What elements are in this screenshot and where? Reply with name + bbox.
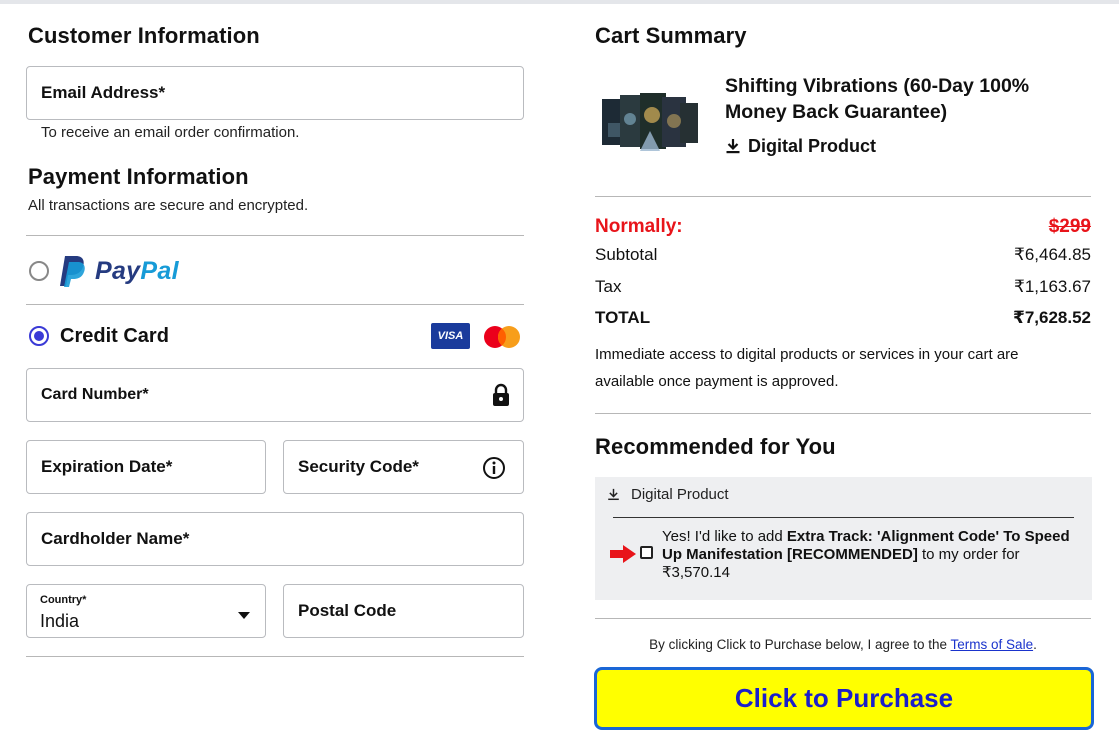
card-number-field[interactable]: Card Number* <box>26 368 524 422</box>
total-row: TOTAL ₹7,628.52 <box>595 308 1091 330</box>
recommended-heading: Recommended for You <box>595 434 836 459</box>
country-select[interactable]: Country* India <box>26 584 266 638</box>
total-value: ₹7,628.52 <box>1012 308 1091 327</box>
expiration-date-field[interactable]: Expiration Date* <box>26 440 266 494</box>
credit-card-radio[interactable] <box>29 326 49 346</box>
email-label: Email Address* <box>41 83 166 102</box>
top-border <box>0 0 1119 4</box>
total-label: TOTAL <box>595 308 651 327</box>
product-type-label: Digital Product <box>748 136 877 156</box>
divider <box>595 413 1091 414</box>
country-value: India <box>40 611 80 631</box>
paypal-radio[interactable] <box>29 261 49 281</box>
offer-prefix: Yes! I'd like to add <box>662 528 787 545</box>
normally-label: Normally: <box>595 216 683 237</box>
cardholder-label: Cardholder Name* <box>41 529 190 548</box>
offer-text: Yes! I'd like to add Extra Track: 'Align… <box>662 528 1077 582</box>
terms-text: By clicking Click to Purchase below, I a… <box>595 637 1091 652</box>
terms-suffix: . <box>1033 637 1037 652</box>
card-number-label: Card Number* <box>41 386 149 403</box>
terms-of-sale-link[interactable]: Terms of Sale <box>951 637 1034 652</box>
customer-information-heading: Customer Information <box>28 23 260 48</box>
postal-code-label: Postal Code <box>298 601 397 620</box>
divider <box>613 517 1074 518</box>
tax-value: ₹1,163.67 <box>1014 277 1091 296</box>
product-image <box>600 93 700 153</box>
divider <box>26 304 524 305</box>
postal-code-field[interactable]: Postal Code <box>283 584 524 638</box>
payment-information-heading: Payment Information <box>28 164 249 189</box>
subtotal-label: Subtotal <box>595 245 658 264</box>
payment-subheading: All transactions are secure and encrypte… <box>28 197 309 214</box>
arrow-right-icon <box>610 545 636 568</box>
paypal-wordmark: PayPal <box>95 257 179 285</box>
lock-icon <box>491 383 511 412</box>
visa-icon: VISA <box>431 323 470 349</box>
expiration-label: Expiration Date* <box>41 457 173 476</box>
security-code-label: Security Code* <box>298 457 419 476</box>
normally-row: Normally: $299 <box>595 216 1091 238</box>
cardholder-name-field[interactable]: Cardholder Name* <box>26 512 524 566</box>
tax-label: Tax <box>595 277 622 296</box>
credit-card-option[interactable]: Credit Card VISA <box>26 320 524 354</box>
subtotal-value: ₹6,464.85 <box>1014 245 1091 264</box>
click-to-purchase-button[interactable]: Click to Purchase <box>594 667 1094 730</box>
mastercard-icon <box>482 324 522 355</box>
divider <box>26 235 524 236</box>
email-field[interactable]: Email Address* <box>26 66 524 120</box>
recommended-type-label: Digital Product <box>631 486 729 503</box>
recommended-offer-box: Digital Product Yes! I'd like to add Ext… <box>595 477 1092 600</box>
download-icon <box>607 488 620 506</box>
terms-prefix: By clicking Click to Purchase below, I a… <box>649 637 951 652</box>
info-icon[interactable] <box>482 456 506 485</box>
divider <box>595 196 1091 197</box>
download-icon <box>725 138 741 159</box>
security-code-field[interactable]: Security Code* <box>283 440 524 494</box>
chevron-down-icon <box>237 607 251 625</box>
country-label: Country* <box>40 594 87 606</box>
credit-card-label: Credit Card <box>60 325 169 347</box>
tax-row: Tax ₹1,163.67 <box>595 277 1091 299</box>
product-title: Shifting Vibrations (60-Day 100% Money B… <box>725 75 1030 123</box>
divider <box>595 618 1091 619</box>
paypal-icon <box>58 254 88 293</box>
subtotal-row: Subtotal ₹6,464.85 <box>595 245 1091 267</box>
normally-price: $299 <box>1048 216 1091 237</box>
cart-summary-heading: Cart Summary <box>595 23 747 48</box>
add-offer-checkbox[interactable] <box>640 546 653 559</box>
email-hint: To receive an email order confirmation. <box>41 124 300 141</box>
paypal-option[interactable]: PayPal <box>26 250 524 294</box>
access-note: Immediate access to digital products or … <box>595 346 1019 390</box>
divider <box>26 656 524 657</box>
